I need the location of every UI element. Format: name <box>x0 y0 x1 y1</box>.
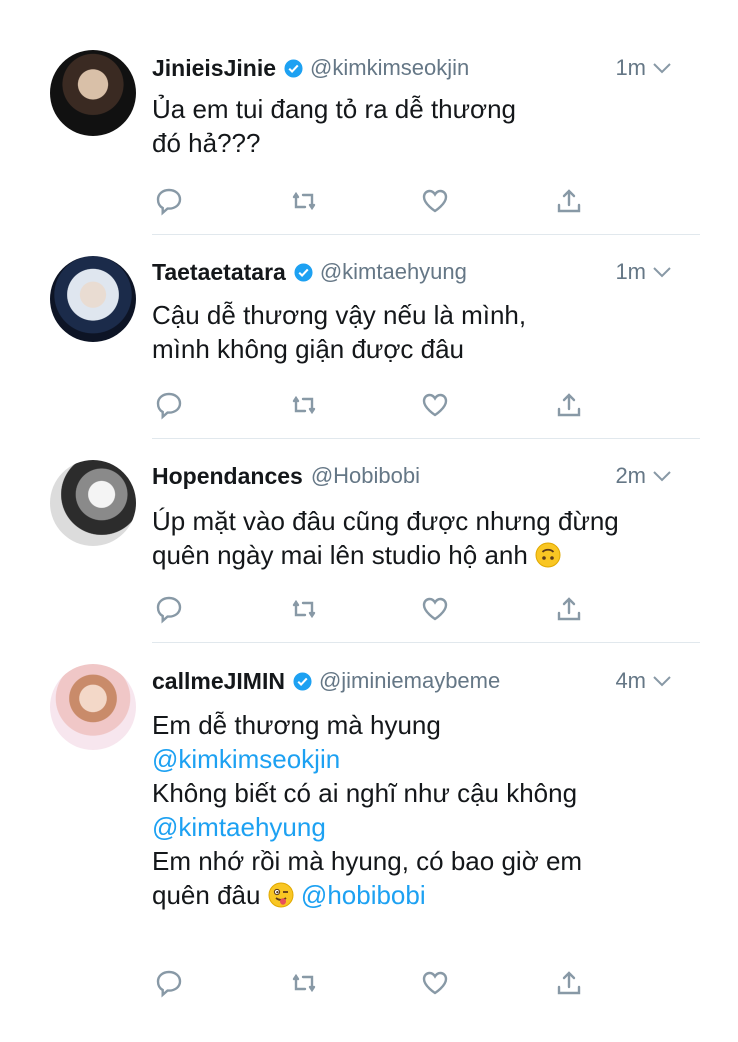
user-handle[interactable]: @jiminiemaybeme <box>319 668 500 694</box>
divider <box>152 642 700 643</box>
avatar[interactable] <box>50 664 136 750</box>
share-icon[interactable] <box>554 390 584 420</box>
tweet-text: Em dễ thương mà hyung @kimkimseokjin Khô… <box>152 708 692 912</box>
divider <box>152 234 700 235</box>
tweet-time: 1m <box>615 256 672 288</box>
retweet-icon[interactable] <box>289 968 319 998</box>
tweet-text: Ủa em tui đang tỏ ra dễ thương đó hả??? <box>152 92 692 160</box>
share-icon[interactable] <box>554 186 584 216</box>
winking-tongue-emoji-icon <box>268 882 294 908</box>
avatar[interactable] <box>50 460 136 546</box>
display-name[interactable]: Hopendances <box>152 463 303 490</box>
text-line: Không biết có ai nghĩ như cậu không <box>152 778 578 808</box>
reply-icon[interactable] <box>154 594 184 624</box>
tweet-text: Cậu dễ thương vậy nếu là mình, mình khôn… <box>152 298 692 366</box>
timestamp: 4m <box>615 668 646 693</box>
mention-link[interactable]: @kimtaehyung <box>152 810 692 844</box>
tweet-header: Taetaetatara @kimtaehyung <box>152 256 668 288</box>
display-name[interactable]: Taetaetatara <box>152 259 286 286</box>
action-bar <box>152 968 602 998</box>
display-name[interactable]: JinieisJinie <box>152 55 276 82</box>
retweet-icon[interactable] <box>289 390 319 420</box>
timestamp: 1m <box>615 55 646 80</box>
text-line-with-emoji: quên ngày mai lên studio hộ anh <box>152 538 692 572</box>
avatar[interactable] <box>50 50 136 136</box>
chevron-down-icon[interactable] <box>652 469 672 483</box>
like-icon[interactable] <box>420 594 450 624</box>
retweet-icon[interactable] <box>289 186 319 216</box>
text-line: Ủa em tui đang tỏ ra dễ thương <box>152 94 516 124</box>
text-line-with-emoji: quên đâu @hobibobi <box>152 878 692 912</box>
tweet-header: JinieisJinie @kimkimseokjin <box>152 52 668 84</box>
reply-icon[interactable] <box>154 968 184 998</box>
mention-link[interactable]: @hobibobi <box>301 880 426 910</box>
reply-icon[interactable] <box>154 186 184 216</box>
text-line: Em nhớ rồi mà hyung, có bao giờ em <box>152 846 583 876</box>
user-handle[interactable]: @kimkimseokjin <box>310 55 469 81</box>
divider <box>152 438 700 439</box>
upside-down-face-emoji-icon <box>535 542 561 568</box>
tweet-time: 4m <box>615 665 672 697</box>
tweet-time: 1m <box>615 52 672 84</box>
user-handle[interactable]: @kimtaehyung <box>320 259 467 285</box>
tweet-time: 2m <box>615 460 672 492</box>
chevron-down-icon[interactable] <box>652 674 672 688</box>
reply-icon[interactable] <box>154 390 184 420</box>
tweet-feed: JinieisJinie @kimkimseokjin 1m Ủa em tui… <box>0 0 738 1042</box>
like-icon[interactable] <box>420 186 450 216</box>
text-line: đó hả??? <box>152 128 261 158</box>
avatar[interactable] <box>50 256 136 342</box>
chevron-down-icon[interactable] <box>652 265 672 279</box>
like-icon[interactable] <box>420 390 450 420</box>
action-bar <box>152 594 602 624</box>
text-segment: quên đâu <box>152 880 261 910</box>
action-bar <box>152 186 602 216</box>
tweet-header: callmeJIMIN @jiminiemaybeme <box>152 665 668 697</box>
user-handle[interactable]: @Hobibobi <box>311 463 420 489</box>
mention-link[interactable]: @kimkimseokjin <box>152 742 692 776</box>
text-segment: quên ngày mai lên studio hộ anh <box>152 540 528 570</box>
text-line: Cậu dễ thương vậy nếu là mình, <box>152 300 527 330</box>
tweet-text: Úp mặt vào đâu cũng được nhưng đừng quên… <box>152 504 692 572</box>
timestamp: 2m <box>615 463 646 488</box>
action-bar <box>152 390 602 420</box>
text-line: mình không giận được đâu <box>152 334 464 364</box>
verified-icon <box>293 671 312 691</box>
like-icon[interactable] <box>420 968 450 998</box>
verified-icon <box>284 58 303 78</box>
share-icon[interactable] <box>554 968 584 998</box>
chevron-down-icon[interactable] <box>652 61 672 75</box>
text-line: Em dễ thương mà hyung <box>152 710 441 740</box>
tweet-header: Hopendances @Hobibobi <box>152 460 668 492</box>
share-icon[interactable] <box>554 594 584 624</box>
text-line: Úp mặt vào đâu cũng được nhưng đừng <box>152 506 619 536</box>
verified-icon <box>294 262 313 282</box>
timestamp: 1m <box>615 259 646 284</box>
display-name[interactable]: callmeJIMIN <box>152 668 285 695</box>
retweet-icon[interactable] <box>289 594 319 624</box>
